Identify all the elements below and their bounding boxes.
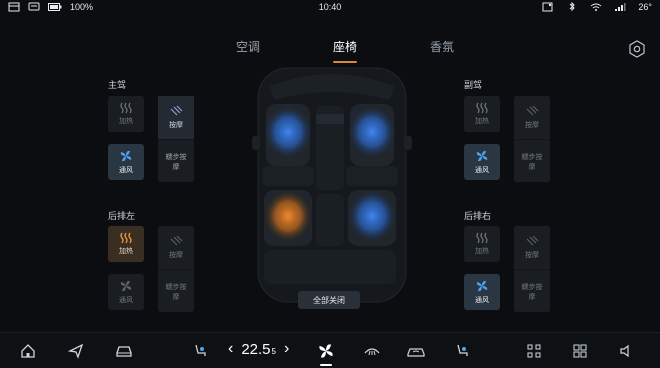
volume-icon (620, 344, 629, 358)
temperature-number: 22.5 (241, 340, 271, 358)
status-bar: 100% 10:40 26° (0, 0, 660, 16)
rear-right-massage-panel[interactable]: 按摩 蠕步按摩 (514, 226, 550, 312)
seat-heat-icon (120, 232, 132, 244)
temp-increase-button[interactable]: › (284, 340, 289, 358)
rear-middle-seat (316, 194, 344, 246)
apps-icon (527, 344, 541, 358)
rear-right-seat[interactable] (348, 190, 396, 246)
fan-icon (319, 344, 333, 358)
tab-bar: 空调 座椅 香氛 (230, 38, 460, 63)
gear-icon[interactable] (628, 40, 646, 58)
car-icon (116, 346, 132, 357)
passenger-step-massage-label: 蠕步按摩 (521, 154, 543, 171)
fan-button[interactable] (316, 341, 336, 366)
recirculate-icon (407, 348, 425, 357)
passenger-title: 副驾 (464, 80, 483, 90)
seat-heat-icon (476, 102, 488, 114)
signal-icon (615, 3, 626, 11)
passenger-seat[interactable] (346, 104, 398, 186)
temp-decrease-button[interactable]: ‹ (228, 340, 233, 358)
fan-icon (120, 150, 132, 162)
rear-left-massage-panel[interactable]: 按摩 蠕步按摩 (158, 226, 194, 312)
rear-right-massage-button[interactable]: 按摩 (514, 226, 550, 269)
vehicle-button[interactable] (114, 341, 134, 361)
volume-button[interactable] (616, 341, 636, 361)
driver-vent-label: 通风 (119, 167, 133, 174)
rear-right-massage-label: 按摩 (525, 251, 539, 259)
car-seat-diagram (252, 67, 412, 303)
driver-step-massage-label: 蠕步按摩 (165, 154, 187, 171)
defrost-icon (364, 348, 380, 356)
passenger-heat-button[interactable]: 加热 (464, 96, 500, 132)
driver-heat-button[interactable]: 加热 (108, 96, 144, 132)
rear-left-title: 后排左 (108, 211, 136, 221)
rear-right-vent-button[interactable]: 通风 (464, 274, 500, 310)
driver-title: 主驾 (108, 80, 127, 90)
tab-ac[interactable]: 空调 (230, 38, 266, 55)
bottom-dock: ‹ 22.55 › (0, 332, 660, 368)
rear-right-vent-label: 通风 (475, 297, 489, 304)
tab-fragrance[interactable]: 香氛 (424, 38, 460, 55)
tab-seat[interactable]: 座椅 (327, 38, 363, 63)
rear-left-step-massage-label: 蠕步按摩 (165, 284, 187, 301)
rear-right-step-massage-button[interactable]: 蠕步按摩 (514, 269, 550, 312)
all-off-button[interactable]: 全部关闭 (298, 291, 360, 309)
home-icon (21, 344, 35, 358)
passenger-heat-label: 加热 (475, 118, 489, 125)
navigation-button[interactable] (66, 341, 86, 361)
temperature-unit: 5 (271, 346, 276, 356)
rear-left-vent-button[interactable]: 通风 (108, 274, 144, 310)
rear-left-heat-button[interactable]: 加热 (108, 226, 144, 262)
screen-icon (542, 2, 553, 12)
seat-heat-icon (457, 344, 468, 356)
navigation-icon (68, 343, 84, 359)
seat-heat-icon (120, 102, 132, 114)
fan-icon (476, 280, 488, 292)
massage-icon (526, 105, 539, 115)
wifi-icon (591, 3, 602, 11)
rear-left-massage-label: 按摩 (169, 251, 183, 259)
defrost-button[interactable] (362, 341, 382, 361)
driver-massage-label: 按摩 (169, 121, 183, 129)
rear-right-heat-label: 加热 (475, 248, 489, 255)
home-button[interactable] (18, 341, 38, 361)
driver-vent-button[interactable]: 通风 (108, 144, 144, 180)
seat-heat-icon (476, 232, 488, 244)
rear-left-seat[interactable] (264, 190, 312, 246)
passenger-step-massage-button[interactable]: 蠕步按摩 (514, 139, 550, 182)
rear-left-step-massage-button[interactable]: 蠕步按摩 (158, 269, 194, 312)
passenger-massage-button[interactable]: 按摩 (514, 96, 550, 139)
recirculate-button[interactable] (406, 341, 426, 361)
driver-heat-label: 加热 (119, 118, 133, 125)
driver-massage-panel[interactable]: 按摩 蠕步按摩 (158, 96, 194, 182)
fan-icon (476, 150, 488, 162)
massage-icon (526, 235, 539, 245)
driver-massage-button[interactable]: 按摩 (158, 96, 194, 139)
passenger-massage-panel[interactable]: 按摩 蠕步按摩 (514, 96, 550, 182)
seat-heat-button[interactable] (452, 341, 472, 361)
seat-icon (195, 344, 206, 356)
massage-icon (170, 105, 183, 115)
rear-left-massage-button[interactable]: 按摩 (158, 226, 194, 269)
temperature-control: ‹ 22.55 › (228, 340, 289, 358)
rear-left-vent-label: 通风 (119, 297, 133, 304)
seat-button[interactable] (190, 341, 210, 361)
passenger-vent-label: 通风 (475, 167, 489, 174)
massage-icon (170, 235, 183, 245)
rear-right-title: 后排右 (464, 211, 492, 221)
driver-step-massage-button[interactable]: 蠕步按摩 (158, 139, 194, 182)
rear-right-step-massage-label: 蠕步按摩 (521, 284, 543, 301)
passenger-vent-button[interactable]: 通风 (464, 144, 500, 180)
bluetooth-icon (570, 2, 576, 12)
rear-left-heat-label: 加热 (119, 248, 133, 255)
temperature-value: 22.55 (241, 341, 276, 358)
passenger-massage-label: 按摩 (525, 121, 539, 129)
grid-button[interactable] (570, 341, 590, 361)
driver-seat[interactable] (262, 104, 314, 186)
grid-icon (573, 344, 587, 358)
rear-right-heat-button[interactable]: 加热 (464, 226, 500, 262)
fan-icon (120, 280, 132, 292)
apps-button[interactable] (524, 341, 544, 361)
outside-temp: 26° (638, 2, 652, 12)
